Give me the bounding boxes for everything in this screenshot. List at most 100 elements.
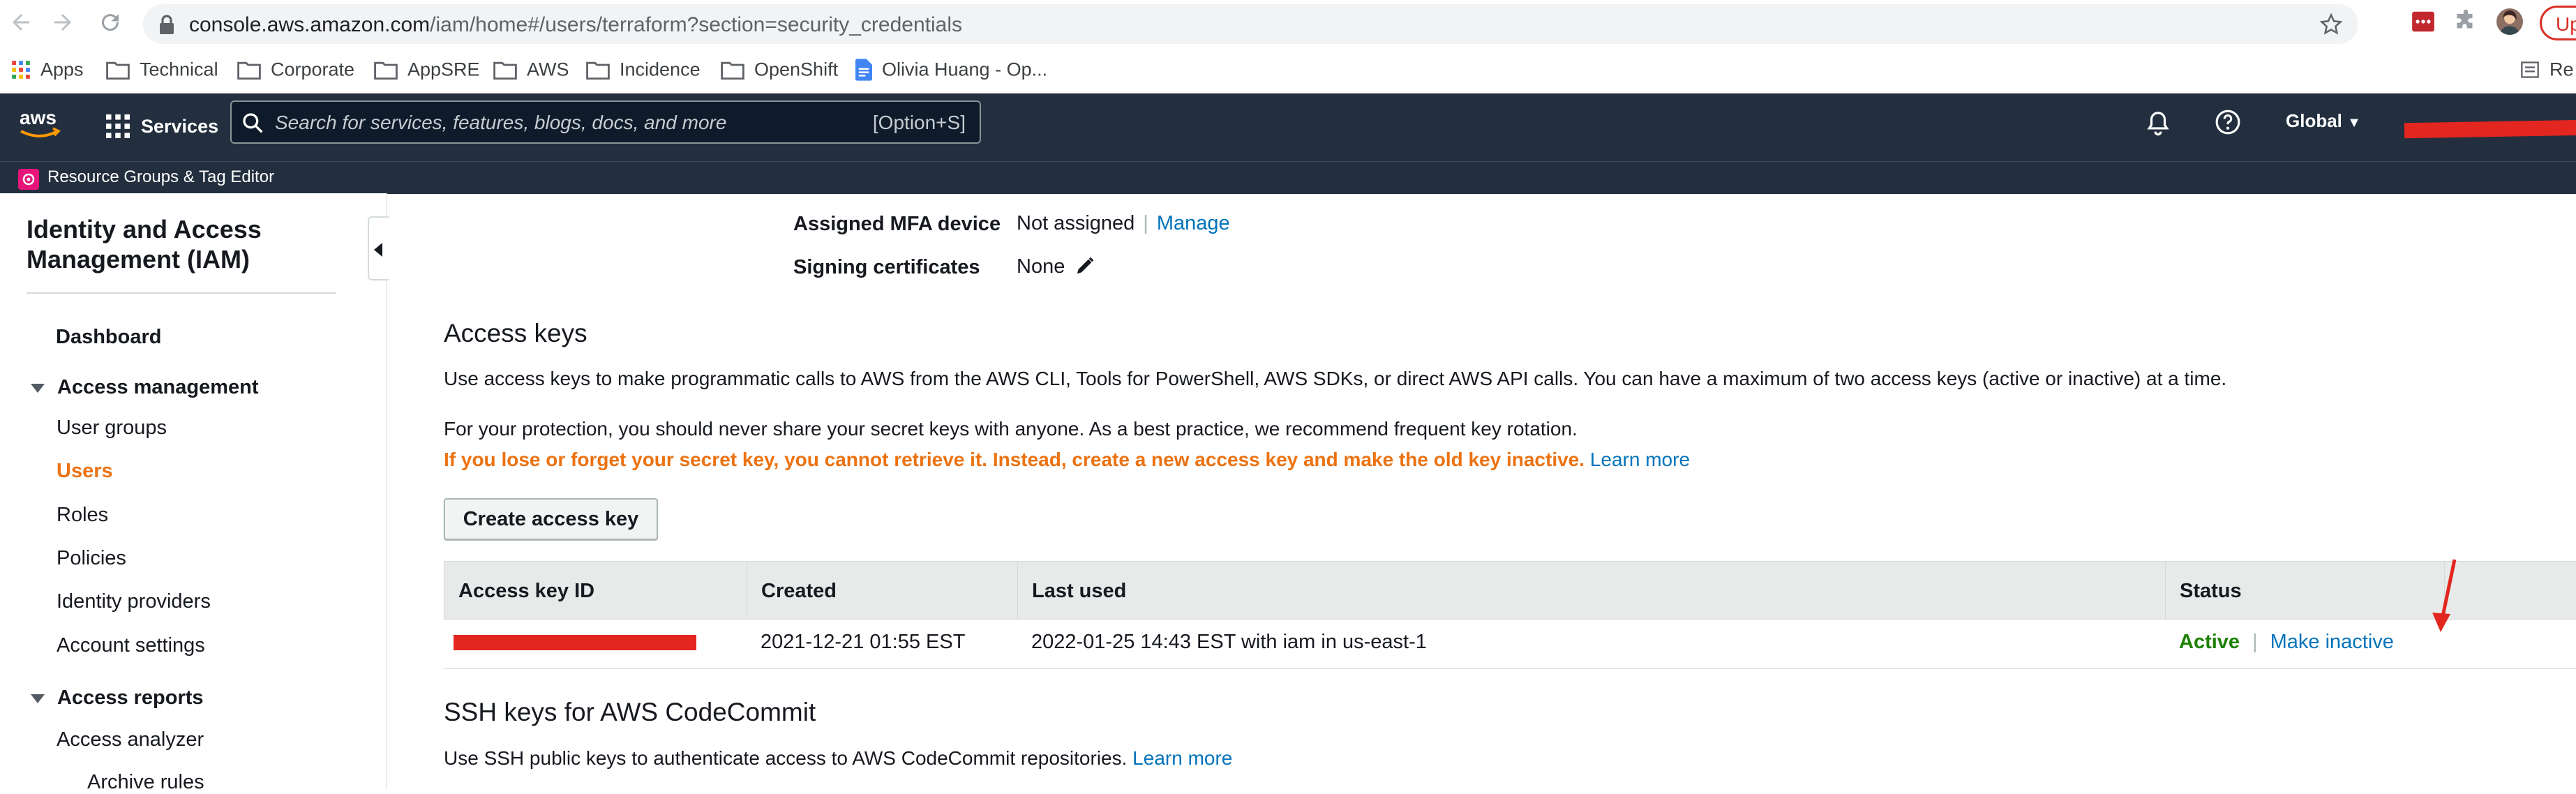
help-icon[interactable] — [2215, 109, 2241, 135]
extension-lastpass-icon[interactable] — [2410, 8, 2436, 35]
back-icon[interactable] — [8, 10, 33, 35]
create-access-key-button[interactable]: Create access key — [444, 498, 658, 540]
folder-icon — [721, 61, 744, 80]
bookmark-label: Corporate — [271, 59, 355, 80]
reload-icon[interactable] — [98, 10, 123, 35]
bookmark-label: Apps — [40, 59, 84, 80]
aws-logo[interactable]: aws — [17, 103, 63, 145]
ssh-desc-text: Use SSH public keys to authenticate acce… — [444, 747, 1128, 769]
sidebar-section-access-management[interactable]: Access management — [31, 376, 259, 399]
bookmark-appsre[interactable]: AppSRE — [374, 58, 480, 83]
chevron-left-icon — [374, 243, 382, 257]
secret-key-warning: If you lose or forget your secret key, y… — [444, 449, 1690, 471]
col-last-used[interactable]: Last used — [1018, 562, 2166, 620]
bookmark-incidence[interactable]: Incidence — [586, 58, 701, 83]
status-badge: Active — [2179, 631, 2240, 653]
col-access-key-id[interactable]: Access key ID — [444, 562, 747, 620]
profile-avatar[interactable] — [2496, 8, 2523, 35]
caret-down-icon: ▼ — [2347, 115, 2361, 130]
bookmark-olivia-doc[interactable]: Olivia Huang - Op... — [855, 58, 1047, 83]
lock-icon[interactable] — [158, 15, 175, 34]
bookmark-openshift[interactable]: OpenShift — [721, 58, 838, 83]
search-input[interactable] — [274, 106, 848, 140]
search-icon — [243, 113, 263, 133]
reading-list[interactable]: Re — [2520, 58, 2574, 83]
account-redaction-mark — [2404, 119, 2576, 139]
access-key-id-cell — [444, 620, 747, 668]
bookmark-label: AppSRE — [407, 59, 480, 80]
resource-groups-link[interactable]: Resource Groups & Tag Editor — [47, 167, 274, 187]
bookmark-apps[interactable]: Apps — [11, 58, 84, 83]
console-search[interactable]: [Option+S] — [230, 100, 981, 144]
aws-sub-nav: Resource Groups & Tag Editor — [0, 161, 2576, 194]
caret-down-icon — [31, 694, 45, 703]
sidebar-collapse-button[interactable] — [368, 216, 389, 280]
bookmark-star-icon[interactable] — [2319, 13, 2343, 36]
table-row: 2021-12-21 01:55 EST 2022-01-25 14:43 ES… — [444, 620, 2576, 669]
access-keys-table: Access key ID Created Last used Status 2… — [444, 561, 2576, 669]
table-header: Access key ID Created Last used Status — [444, 561, 2576, 620]
apps-grid-icon — [12, 61, 30, 79]
folder-icon — [237, 61, 261, 80]
folder-icon — [106, 61, 130, 80]
url-text[interactable]: console.aws.amazon.com/iam/home#/users/t… — [189, 13, 962, 37]
sidebar-item-roles[interactable]: Roles — [57, 504, 108, 527]
status-cell: Active | Make inactive — [2165, 620, 2576, 668]
services-grid-icon — [106, 114, 130, 138]
bookmark-label: AWS — [527, 59, 569, 80]
bookmark-aws[interactable]: AWS — [493, 58, 569, 83]
security-credentials-panel: Assigned MFA device Not assigned | Manage … — [417, 193, 2576, 790]
caret-down-icon — [31, 383, 45, 393]
iam-sidebar: Identity and Access Management (IAM) Das… — [0, 193, 387, 793]
folder-icon — [493, 61, 517, 80]
sidebar-section-access-reports[interactable]: Access reports — [31, 687, 204, 710]
mfa-value: Not assigned | Manage — [1017, 212, 1230, 235]
ssh-keys-heading: SSH keys for AWS CodeCommit — [444, 698, 816, 726]
separator: | — [2252, 631, 2258, 653]
sidebar-item-user-groups[interactable]: User groups — [57, 417, 167, 440]
pencil-edit-icon[interactable] — [1074, 255, 1095, 276]
bookmark-label: Olivia Huang - Op... — [882, 59, 1048, 80]
folder-icon — [586, 61, 610, 80]
key-id-redaction-mark — [454, 635, 696, 650]
sidebar-item-policies[interactable]: Policies — [57, 547, 126, 570]
sidebar-item-account-settings[interactable]: Account settings — [57, 634, 205, 657]
address-bar[interactable]: console.aws.amazon.com/iam/home#/users/t… — [143, 4, 2358, 44]
annotation-arrow — [2432, 559, 2457, 632]
google-doc-icon — [855, 59, 872, 81]
browser-toolbar: console.aws.amazon.com/iam/home#/users/t… — [0, 0, 2576, 48]
search-shortcut-hint: [Option+S] — [872, 112, 966, 133]
sidebar-item-access-analyzer[interactable]: Access analyzer — [57, 728, 204, 751]
forward-icon[interactable] — [50, 10, 75, 35]
bookmark-corporate[interactable]: Corporate — [237, 58, 354, 83]
bookmark-label: OpenShift — [754, 59, 839, 80]
signing-status: None — [1017, 255, 1065, 278]
sidebar-item-identity-providers[interactable]: Identity providers — [57, 590, 211, 613]
col-created[interactable]: Created — [747, 562, 1018, 620]
separator: | — [1143, 212, 1148, 234]
access-keys-heading: Access keys — [444, 319, 587, 347]
mfa-manage-link[interactable]: Manage — [1157, 212, 1230, 234]
sidebar-item-archive-rules[interactable]: Archive rules — [87, 771, 204, 794]
region-selector[interactable]: Global ▼ — [2286, 110, 2361, 132]
sidebar-item-users[interactable]: Users — [57, 460, 113, 483]
ssh-learn-more-link[interactable]: Learn more — [1132, 747, 1232, 769]
bookmark-label: Incidence — [620, 59, 701, 80]
browser-update-button[interactable]: Up — [2540, 6, 2576, 40]
extensions-puzzle-icon[interactable] — [2453, 8, 2479, 35]
signing-label: Signing certificates — [793, 256, 980, 278]
notifications-bell-icon[interactable] — [2145, 109, 2171, 137]
access-keys-description: Use access keys to make programmatic cal… — [444, 368, 2227, 389]
section-label: Access management — [57, 376, 259, 398]
sidebar-title[interactable]: Identity and Access Management (IAM) — [27, 214, 334, 274]
aws-top-nav: aws Services [Option+S] Global ▼ — [0, 93, 2576, 161]
col-status[interactable]: Status — [2166, 562, 2445, 620]
learn-more-link[interactable]: Learn more — [1590, 449, 1690, 470]
section-label: Access reports — [57, 687, 204, 709]
bookmark-technical[interactable]: Technical — [106, 58, 218, 83]
make-inactive-link[interactable]: Make inactive — [2270, 631, 2394, 653]
sidebar-item-dashboard[interactable]: Dashboard — [56, 326, 161, 349]
bookmarks-bar: Apps Technical Corporate AppSRE AWS Inci… — [0, 48, 2576, 93]
folder-icon — [374, 61, 398, 80]
bookmark-label: Technical — [140, 59, 218, 80]
